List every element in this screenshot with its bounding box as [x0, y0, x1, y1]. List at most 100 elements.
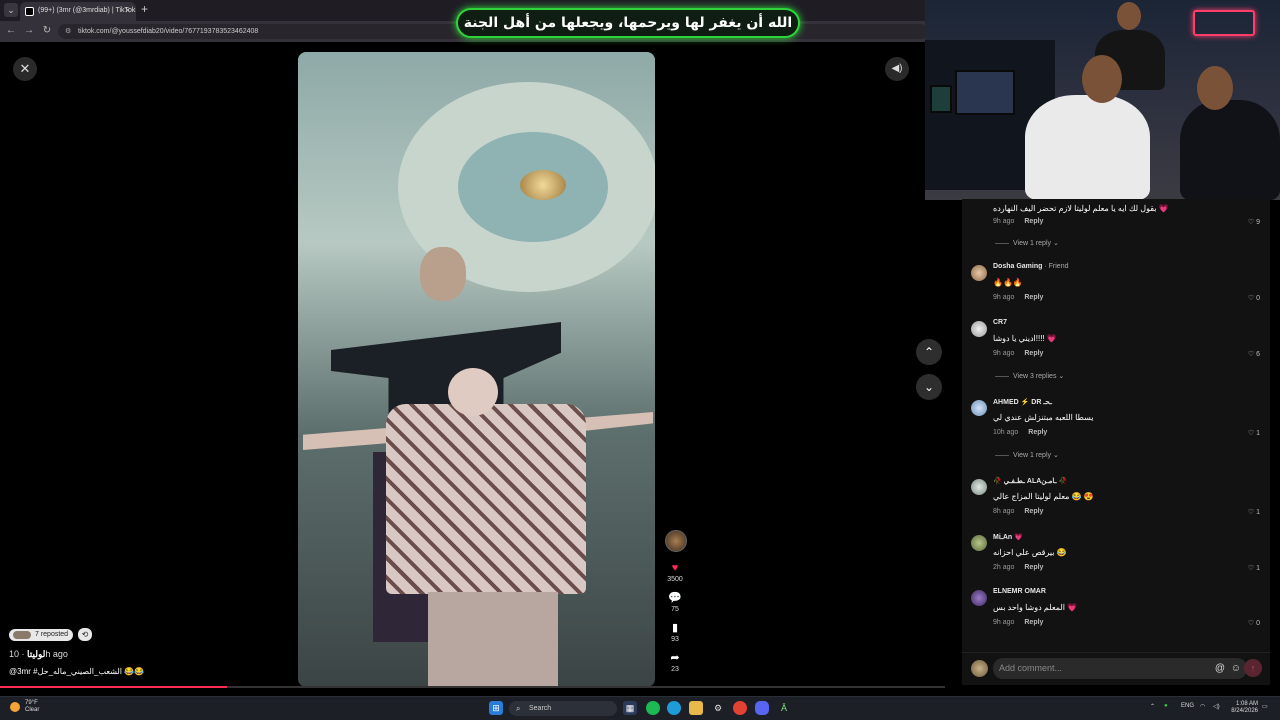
edge-icon[interactable]: [667, 701, 681, 715]
heart-outline-icon: ♡: [1247, 219, 1255, 226]
comment-meta: 10h ago Reply: [993, 429, 1047, 436]
chevron-down-icon: ⌄: [1052, 452, 1059, 459]
windows-start-icon[interactable]: ⊞: [489, 701, 503, 715]
comment-avatar[interactable]: [971, 590, 987, 606]
notifications-icon[interactable]: ▭: [1262, 703, 1268, 710]
reply-button[interactable]: Reply: [1028, 429, 1047, 436]
system-clock[interactable]: 1:08 AM 8/24/2026: [1222, 701, 1258, 715]
weather-moon-icon: [10, 702, 20, 712]
volume-icon[interactable]: ◀): [885, 57, 909, 81]
view-replies-label: View 1 reply: [1013, 452, 1052, 459]
divider: [995, 454, 1009, 456]
comment-username[interactable]: ELNEMR OMAR: [993, 588, 1046, 595]
comment-like-button[interactable]: ♡ 1: [1248, 564, 1260, 572]
reply-button[interactable]: Reply: [1024, 350, 1043, 357]
chevron-down-icon: ⌄: [1058, 373, 1065, 380]
post-author[interactable]: لوليتا: [27, 649, 45, 659]
comment-meta: 2h ago Reply: [993, 564, 1043, 571]
comment-input[interactable]: Add comment... @ ☺: [993, 658, 1247, 679]
comment-like-button[interactable]: ♡ 6: [1248, 350, 1260, 358]
send-comment-button[interactable]: ↑: [1244, 659, 1262, 677]
comment-username[interactable]: AHMED ⚡ DR ـحـ: [993, 398, 1052, 406]
tab-close-icon[interactable]: ✕: [124, 2, 131, 20]
taskbar-search[interactable]: ⌕ Search: [509, 701, 617, 716]
comment-time: 8h ago: [993, 508, 1015, 515]
save-button[interactable]: ▮ 93: [662, 622, 688, 643]
view-replies-button[interactable]: View 3 replies ⌄: [995, 372, 1064, 380]
comment-username[interactable]: MiـAn 💗: [993, 533, 1023, 541]
repost-label: 7 reposted: [35, 631, 69, 638]
chrome-icon[interactable]: [733, 701, 747, 715]
creator-avatar[interactable]: [665, 530, 687, 552]
comment-like-button[interactable]: ♡ 0: [1248, 619, 1260, 627]
comment-like-button[interactable]: ♡ 0: [1248, 294, 1260, 302]
browser-tab[interactable]: (99+) (3mr (@3mrdiab) | TikTok ✕: [20, 2, 136, 21]
comment-avatar[interactable]: [971, 535, 987, 551]
discord-icon[interactable]: [755, 701, 769, 715]
divider: [995, 375, 1009, 377]
comment-text: بقول لك ايه يا معلم لوليتا لازم تحضر الي…: [993, 204, 1169, 213]
app-icon[interactable]: Ā: [777, 701, 791, 715]
weather-widget[interactable]: 79°F Clear: [10, 700, 39, 714]
forward-icon[interactable]: →: [22, 24, 36, 38]
reply-button[interactable]: Reply: [1024, 294, 1043, 301]
reply-button[interactable]: Reply: [1024, 218, 1043, 225]
next-video-button[interactable]: ⌄: [916, 374, 942, 400]
tab-search-icon[interactable]: ⌄: [4, 3, 18, 17]
new-tab-icon[interactable]: +: [141, 2, 148, 16]
like-button[interactable]: ♥ 3500: [662, 562, 688, 583]
reply-button[interactable]: Reply: [1024, 619, 1043, 626]
clock-time: 1:08 AM: [1235, 701, 1258, 707]
webcam-neon-logo: [1193, 10, 1255, 36]
spotify-icon[interactable]: [646, 701, 660, 715]
heart-outline-icon: ♡: [1247, 620, 1255, 627]
comment-username[interactable]: CR7: [993, 319, 1007, 326]
view-replies-button[interactable]: View 1 reply ⌄: [995, 239, 1059, 247]
comment-avatar[interactable]: [971, 321, 987, 337]
webcam-head: [1197, 66, 1233, 110]
reply-button[interactable]: Reply: [1024, 564, 1043, 571]
comment-avatar[interactable]: [971, 400, 987, 416]
my-avatar[interactable]: [971, 660, 988, 677]
comment-avatar[interactable]: [971, 265, 987, 281]
comment-like-button[interactable]: ♡ 9: [1248, 218, 1260, 226]
site-info-icon[interactable]: ⚙: [65, 24, 71, 39]
video-person-head: [420, 247, 466, 301]
task-view-icon[interactable]: ▦: [623, 701, 637, 715]
language-indicator[interactable]: ENG: [1181, 703, 1194, 709]
comment-username[interactable]: Dosha Gaming · Friend: [993, 263, 1068, 270]
close-video-button[interactable]: ✕: [13, 57, 37, 81]
repost-icon[interactable]: ⟲: [78, 628, 92, 641]
comment-avatar[interactable]: [971, 479, 987, 495]
comment-meta: 8h ago Reply: [993, 508, 1043, 515]
settings-icon[interactable]: ⚙: [711, 701, 725, 715]
comment-text: 🔥🔥🔥: [993, 278, 1023, 287]
share-button[interactable]: ➦ 23: [662, 652, 688, 673]
reply-button[interactable]: Reply: [1024, 508, 1043, 515]
video-player[interactable]: [298, 52, 655, 687]
comment-like-button[interactable]: ♡ 1: [1248, 429, 1260, 437]
back-icon[interactable]: ←: [4, 24, 18, 38]
emoji-icon[interactable]: ☺: [1231, 658, 1241, 679]
tray-overflow-icon[interactable]: ⌃: [1150, 703, 1155, 710]
comment-like-button[interactable]: ♡ 1: [1248, 508, 1260, 516]
comment-icon: 💬: [668, 592, 682, 604]
comment-button[interactable]: 💬 75: [662, 592, 688, 613]
comment-like-count: 1: [1256, 430, 1260, 437]
chevron-down-icon: ⌄: [1052, 240, 1059, 247]
previous-video-button[interactable]: ⌃: [916, 339, 942, 365]
mention-icon[interactable]: @: [1215, 658, 1225, 679]
comment-username[interactable]: 🥀 ـطـفـي ALAـامـن 🥀: [993, 477, 1067, 485]
view-replies-button[interactable]: View 1 reply ⌄: [995, 451, 1059, 459]
video-progress-bar[interactable]: [0, 686, 945, 688]
tray-app-icon[interactable]: ●: [1164, 703, 1168, 709]
wifi-icon[interactable]: ◠: [1200, 703, 1205, 710]
comment-like-count: 0: [1256, 295, 1260, 302]
reload-icon[interactable]: ↻: [40, 24, 54, 38]
repost-badge[interactable]: 7 reposted: [9, 629, 74, 641]
file-explorer-icon[interactable]: [689, 701, 703, 715]
comment-time: 10h ago: [993, 429, 1019, 436]
volume-tray-icon[interactable]: ◁): [1213, 703, 1220, 710]
share-count: 23: [671, 666, 679, 673]
view-replies-label: View 3 replies: [1013, 373, 1057, 380]
